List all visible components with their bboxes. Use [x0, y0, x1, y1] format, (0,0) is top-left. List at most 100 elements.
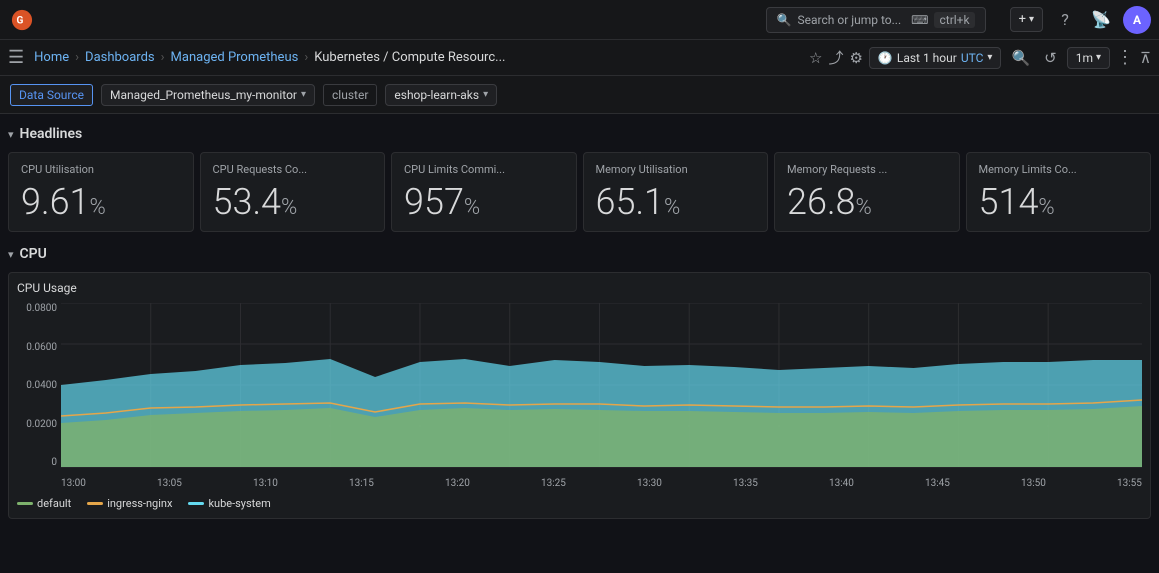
breadcrumb-current: Kubernetes / Compute Resourc... — [314, 50, 505, 65]
nav-right-actions: ☆ ⤴ ⚙ 🕐 Last 1 hour UTC ▾ 🔍 ↺ 1m ▾ ⋮ ⊼ — [809, 47, 1151, 69]
x-axis-label-0: 13:00 — [61, 478, 86, 489]
metric-title-5: Memory Limits Co... — [979, 163, 1139, 176]
cpu-chart-panel: CPU Usage 0.0800 0.0600 0.0400 0.0200 0 — [8, 272, 1151, 519]
y-axis-label-4: 0 — [51, 457, 57, 468]
add-new-button[interactable]: + ▾ — [1010, 7, 1043, 32]
legend-color-0 — [17, 502, 33, 505]
chart-title: CPU Usage — [17, 281, 1142, 295]
chart-legend: default ingress-nginx kube-system — [17, 497, 1142, 510]
breadcrumb: Home › Dashboards › Managed Prometheus ›… — [34, 50, 505, 65]
metric-card-5: Memory Limits Co... 514% — [966, 152, 1152, 232]
top-right-actions: + ▾ ? 📡 A — [1010, 6, 1151, 34]
y-axis-label-0: 0.0800 — [26, 303, 57, 314]
x-axis-label-7: 13:35 — [733, 478, 758, 489]
metric-value-2: 957% — [404, 184, 564, 220]
svg-text:G: G — [17, 15, 24, 26]
chart-svg — [61, 303, 1142, 468]
metric-title-4: Memory Requests ... — [787, 163, 947, 176]
legend-label-2: kube-system — [208, 497, 270, 510]
legend-color-1 — [87, 502, 103, 505]
help-icon[interactable]: ? — [1051, 6, 1079, 34]
avatar[interactable]: A — [1123, 6, 1151, 34]
chevron-down-icon-cluster: ▾ — [483, 89, 488, 100]
collapse-icon[interactable]: ⊼ — [1140, 49, 1151, 67]
metric-card-3: Memory Utilisation 65.1% — [583, 152, 769, 232]
toggle-icon: ▾ — [8, 128, 14, 141]
cpu-section-title: CPU — [20, 246, 47, 262]
refresh-interval-button[interactable]: 1m ▾ — [1067, 47, 1110, 69]
breadcrumb-sep-1: › — [75, 50, 79, 65]
cpu-section-header[interactable]: ▾ CPU — [8, 242, 1151, 266]
utc-label: UTC — [961, 51, 984, 65]
metric-card-0: CPU Utilisation 9.61% — [8, 152, 194, 232]
bookmark-icon[interactable]: ☆ — [809, 49, 822, 67]
x-axis-label-4: 13:20 — [445, 478, 470, 489]
y-axis: 0.0800 0.0600 0.0400 0.0200 0 — [17, 303, 61, 468]
metric-value-1: 53.4% — [213, 184, 373, 220]
clock-icon: 🕐 — [878, 51, 893, 65]
settings-icon[interactable]: ⚙ — [849, 49, 862, 67]
metric-value-5: 514% — [979, 184, 1139, 220]
headlines-section-header[interactable]: ▾ Headlines — [8, 122, 1151, 146]
x-axis-label-11: 13:55 — [1117, 478, 1142, 489]
breadcrumb-sep-2: › — [161, 50, 165, 65]
metric-title-3: Memory Utilisation — [596, 163, 756, 176]
metric-value-3: 65.1% — [596, 184, 756, 220]
metric-title-1: CPU Requests Co... — [213, 163, 373, 176]
metric-title-0: CPU Utilisation — [21, 163, 181, 176]
breadcrumb-managed-prometheus[interactable]: Managed Prometheus — [171, 50, 299, 65]
y-axis-label-2: 0.0400 — [26, 380, 57, 391]
x-axis-label-5: 13:25 — [541, 478, 566, 489]
datasource-select[interactable]: Managed_Prometheus_my-monitor ▾ — [101, 84, 315, 106]
legend-color-2 — [188, 502, 204, 505]
time-range-picker[interactable]: 🕐 Last 1 hour UTC ▾ — [869, 47, 1002, 69]
x-axis-label-1: 13:05 — [157, 478, 182, 489]
x-axis-label-2: 13:10 — [253, 478, 278, 489]
search-placeholder: Search or jump to... — [798, 13, 902, 27]
y-axis-label-1: 0.0600 — [26, 342, 57, 353]
legend-item-kube-system: kube-system — [188, 497, 270, 510]
metric-value-0: 9.61% — [21, 184, 181, 220]
metric-title-2: CPU Limits Commi... — [404, 163, 564, 176]
nav-bar: ☰ Home › Dashboards › Managed Prometheus… — [0, 40, 1159, 76]
headlines-title: Headlines — [20, 126, 83, 142]
cluster-select[interactable]: eshop-learn-aks ▾ — [385, 84, 497, 106]
chart-container: 0.0800 0.0600 0.0400 0.0200 0 — [17, 303, 1142, 493]
chevron-down-icon-refresh: ▾ — [1096, 52, 1101, 63]
zoom-out-icon[interactable]: 🔍 — [1007, 49, 1034, 67]
x-axis-label-6: 13:30 — [637, 478, 662, 489]
chevron-down-icon-time: ▾ — [987, 52, 992, 63]
chevron-down-icon: ▾ — [1029, 14, 1034, 25]
main-content: ▾ Headlines CPU Utilisation 9.61% CPU Re… — [0, 114, 1159, 527]
filter-bar: Data Source Managed_Prometheus_my-monito… — [0, 76, 1159, 114]
x-axis-label-3: 13:15 — [349, 478, 374, 489]
search-bar[interactable]: 🔍 Search or jump to... ⌨ ctrl+k — [766, 7, 986, 33]
zoom-refresh-icon[interactable]: ↺ — [1040, 49, 1061, 67]
cpu-toggle-icon: ▾ — [8, 248, 14, 261]
shortcut-badge: ctrl+k — [934, 12, 974, 28]
notifications-icon[interactable]: 📡 — [1087, 6, 1115, 34]
legend-item-ingress-nginx: ingress-nginx — [87, 497, 172, 510]
x-axis-label-10: 13:50 — [1021, 478, 1046, 489]
metric-card-2: CPU Limits Commi... 957% — [391, 152, 577, 232]
more-options-icon[interactable]: ⋮ — [1116, 47, 1134, 68]
legend-label-1: ingress-nginx — [107, 497, 172, 510]
chart-area — [61, 303, 1142, 468]
top-bar: G 🔍 Search or jump to... ⌨ ctrl+k + ▾ ? … — [0, 0, 1159, 40]
breadcrumb-sep-3: › — [304, 50, 308, 65]
metric-value-4: 26.8% — [787, 184, 947, 220]
x-axis-label-9: 13:45 — [925, 478, 950, 489]
grafana-logo[interactable]: G — [8, 6, 36, 34]
chevron-down-icon-ds: ▾ — [301, 89, 306, 100]
breadcrumb-dashboards[interactable]: Dashboards — [85, 50, 155, 65]
search-icon: 🔍 — [777, 13, 792, 27]
breadcrumb-home[interactable]: Home — [34, 50, 69, 65]
legend-label-0: default — [37, 497, 71, 510]
x-axis-label-8: 13:40 — [829, 478, 854, 489]
share-icon[interactable]: ⤴ — [828, 47, 843, 68]
hamburger-menu[interactable]: ☰ — [8, 47, 24, 68]
x-axis: 13:00 13:05 13:10 13:15 13:20 13:25 13:30 13:35… — [61, 473, 1142, 493]
metric-card-4: Memory Requests ... 26.8% — [774, 152, 960, 232]
legend-item-default: default — [17, 497, 71, 510]
y-axis-label-3: 0.0200 — [26, 419, 57, 430]
